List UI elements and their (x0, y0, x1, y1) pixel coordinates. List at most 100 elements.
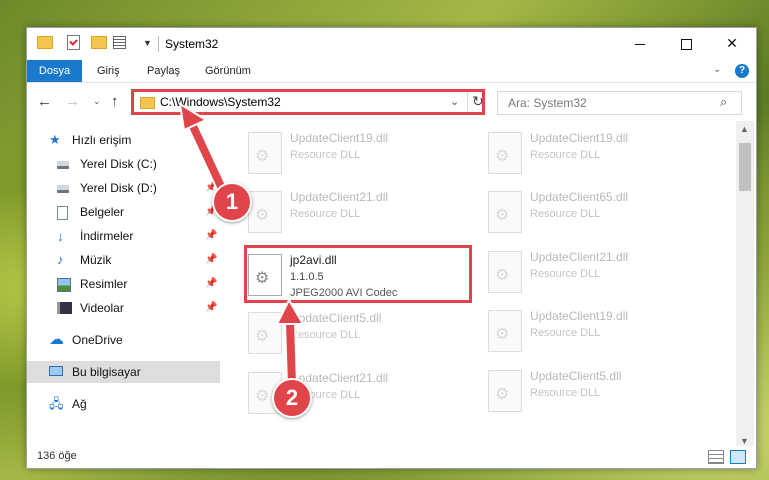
file-description: Resource DLL (530, 208, 601, 220)
file-item[interactable]: UpdateClient19.dll Resource DLL (488, 307, 718, 363)
dll-file-icon (248, 312, 282, 354)
sidebar-item-music[interactable]: ♪ Müzik 📌 (27, 249, 220, 271)
view-icon[interactable] (113, 36, 126, 49)
dll-file-icon (488, 370, 522, 412)
item-count: 136 öğe (37, 450, 77, 462)
tab-file[interactable]: Dosya (27, 60, 82, 82)
file-item[interactable]: UpdateClient19.dll Resource DLL (488, 129, 718, 185)
pin-icon[interactable]: 📌 (205, 297, 217, 319)
new-folder-icon[interactable] (91, 36, 107, 49)
sidebar-item-label: Müzik (80, 253, 112, 267)
expand-ribbon-icon[interactable]: ⌄ (713, 64, 721, 75)
title-bar: ▼ System32 ✕ (27, 28, 756, 60)
sidebar-item-label: Hızlı erişim (72, 133, 132, 147)
file-name: UpdateClient19.dll (290, 131, 389, 145)
up-arrow-icon[interactable]: ↑ (111, 93, 119, 110)
dll-file-icon (488, 132, 522, 174)
status-bar: 136 öğe (27, 446, 756, 468)
sidebar-item-label: OneDrive (72, 333, 123, 347)
recent-locations-icon[interactable]: ⌄ (93, 96, 101, 107)
properties-icon[interactable] (67, 35, 80, 50)
pin-icon[interactable]: 📌 (205, 273, 217, 295)
scrollbar-thumb[interactable] (739, 143, 751, 191)
folder-icon (37, 36, 53, 49)
search-input[interactable]: Ara: System32 ⌕ (497, 91, 742, 115)
file-description: Resource DLL (530, 327, 601, 339)
close-button[interactable]: ✕ (709, 28, 755, 58)
sidebar-item-label: Videolar (80, 301, 124, 315)
sidebar-item-documents[interactable]: Belgeler 📌 (27, 201, 220, 223)
file-item[interactable]: UpdateClient5.dll Resource DLL (248, 309, 478, 365)
file-item[interactable]: UpdateClient21.dll Resource DLL (488, 248, 718, 304)
sidebar-item-label: Yerel Disk (C:) (80, 157, 157, 171)
tab-home[interactable]: Giriş (97, 60, 120, 82)
file-description: Resource DLL (290, 149, 361, 161)
sidebar-item-label: İndirmeler (80, 229, 134, 243)
file-name: UpdateClient5.dll (290, 311, 382, 325)
search-icon[interactable]: ⌕ (720, 94, 727, 110)
tab-share[interactable]: Paylaş (147, 60, 180, 82)
file-item[interactable]: UpdateClient21.dll Resource DLL (248, 188, 478, 244)
sidebar-item-quick-access[interactable]: ★ Hızlı erişim (27, 129, 220, 151)
divider (158, 36, 159, 52)
network-icon: 🖧 (49, 396, 64, 411)
large-icons-view-icon[interactable] (730, 450, 746, 464)
scroll-down-icon[interactable]: ▼ (740, 436, 749, 446)
dll-file-icon (488, 191, 522, 233)
chevron-down-icon[interactable]: ▼ (143, 38, 152, 48)
file-highlight-box (244, 245, 472, 303)
sidebar-item-label: Belgeler (80, 205, 125, 219)
maximize-icon (680, 38, 692, 50)
file-description: Resource DLL (530, 149, 601, 161)
window-title: System32 (165, 37, 219, 51)
music-icon: ♪ (57, 252, 64, 267)
pin-icon[interactable]: 📌 (205, 225, 217, 247)
sidebar-item-local-disk-c[interactable]: Yerel Disk (C:) (27, 153, 220, 175)
vertical-scrollbar[interactable]: ▲ ▼ (736, 121, 754, 451)
file-name: UpdateClient21.dll (530, 250, 629, 264)
sidebar-item-videos[interactable]: Videolar 📌 (27, 297, 220, 319)
sidebar-item-local-disk-d[interactable]: Yerel Disk (D:) 📌 (27, 177, 220, 199)
sidebar-item-label: Resimler (80, 277, 128, 291)
computer-icon (49, 366, 63, 376)
maximize-button[interactable] (663, 28, 709, 58)
back-arrow-icon[interactable]: ← (37, 93, 52, 110)
file-name: UpdateClient65.dll (530, 190, 629, 204)
pin-icon[interactable]: 📌 (205, 249, 217, 271)
pictures-icon (57, 278, 71, 292)
ribbon-tabs: Dosya Giriş Paylaş Görünüm ⌄ ? (27, 60, 756, 83)
file-description: Resource DLL (530, 387, 601, 399)
tab-view[interactable]: Görünüm (205, 60, 251, 82)
minimize-button[interactable] (617, 28, 663, 58)
dll-file-icon (248, 132, 282, 174)
sidebar-item-this-pc[interactable]: Bu bilgisayar (27, 361, 220, 383)
file-item[interactable]: UpdateClient65.dll Resource DLL (488, 188, 718, 244)
file-item[interactable]: UpdateClient19.dll Resource DLL (248, 129, 478, 185)
details-view-icon[interactable] (708, 450, 724, 464)
help-icon[interactable]: ? (735, 64, 749, 78)
video-icon (57, 302, 72, 314)
dll-file-icon (488, 310, 522, 352)
file-name: UpdateClient19.dll (530, 131, 629, 145)
step-badge-2: 2 (272, 378, 312, 418)
dll-file-icon (248, 191, 282, 233)
document-icon (57, 206, 68, 220)
search-placeholder: Ara: System32 (508, 96, 587, 110)
drive-icon (57, 185, 69, 193)
star-icon: ★ (49, 132, 61, 147)
sidebar-item-downloads[interactable]: ↓ İndirmeler 📌 (27, 225, 220, 247)
sidebar-item-network[interactable]: 🖧 Ağ (27, 393, 220, 415)
drive-icon (57, 161, 69, 169)
sidebar-item-label: Bu bilgisayar (72, 365, 141, 379)
file-item[interactable]: UpdateClient5.dll Resource DLL (488, 367, 718, 423)
file-description: Resource DLL (290, 208, 361, 220)
file-description: Resource DLL (530, 268, 601, 280)
sidebar-item-onedrive[interactable]: ☁ OneDrive (27, 329, 220, 351)
sidebar-item-pictures[interactable]: Resimler 📌 (27, 273, 220, 295)
forward-arrow-icon[interactable]: → (65, 93, 80, 110)
sidebar-item-label: Ağ (72, 397, 87, 411)
sidebar-item-label: Yerel Disk (D:) (80, 181, 157, 195)
file-name: UpdateClient5.dll (530, 369, 622, 383)
scroll-up-icon[interactable]: ▲ (740, 124, 749, 134)
download-icon: ↓ (57, 228, 64, 244)
